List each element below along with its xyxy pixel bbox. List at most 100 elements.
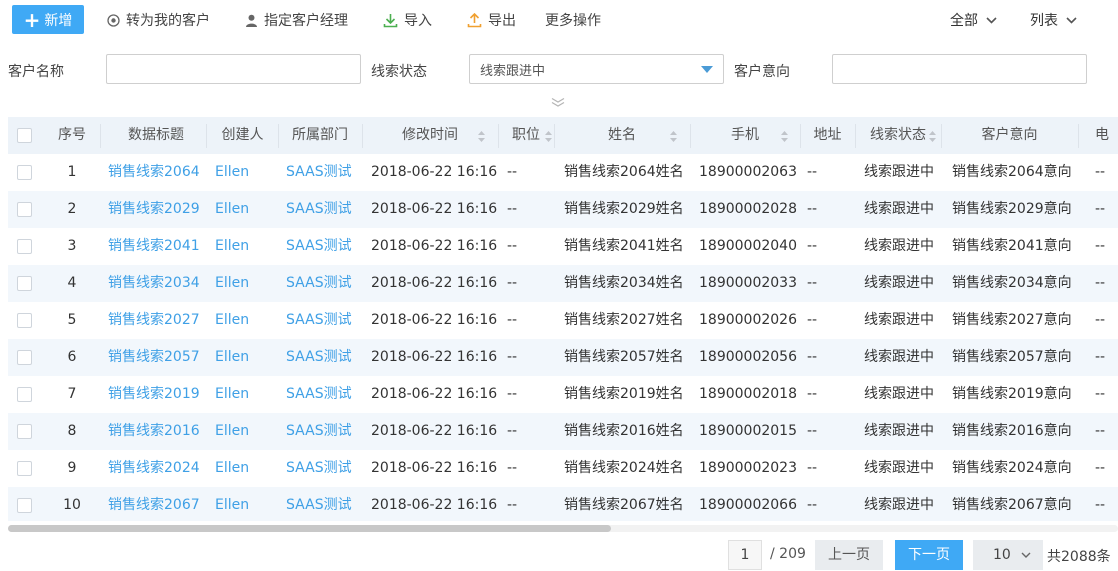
export-button[interactable]: 导出 <box>467 10 516 30</box>
table-row[interactable]: 2 销售线索2029 Ellen SAAS测试 2018-06-22 16:16 -- 销售… <box>8 191 1118 228</box>
cell-dept-link[interactable]: SAAS测试 <box>286 228 362 265</box>
row-checkbox[interactable] <box>17 461 32 476</box>
cell-title-link[interactable]: 销售线索2029 <box>108 191 208 228</box>
table-row[interactable]: 5 销售线索2027 Ellen SAAS测试 2018-06-22 16:16 -- 销售… <box>8 302 1118 339</box>
cell-address: -- <box>807 423 818 439</box>
cell-status: 线索跟进中 <box>864 386 934 402</box>
table-row[interactable]: 7 销售线索2019 Ellen SAAS测试 2018-06-22 16:16 -- 销售… <box>8 376 1118 413</box>
table-row[interactable]: 1 销售线索2064 Ellen SAAS测试 2018-06-22 16:16 -- 销售… <box>8 154 1118 191</box>
cell-phone: 18900002040 <box>699 238 797 254</box>
double-chevron-down-icon[interactable] <box>550 97 566 107</box>
cell-dept-link[interactable]: SAAS测试 <box>286 339 362 376</box>
cell-creator-link[interactable]: Ellen <box>215 376 278 413</box>
table-row[interactable]: 6 销售线索2057 Ellen SAAS测试 2018-06-22 16:16 -- 销售… <box>8 339 1118 376</box>
cell-creator-link[interactable]: Ellen <box>215 339 278 376</box>
column-header-dept[interactable]: 所属部门 <box>278 117 362 154</box>
cell-creator-link[interactable]: Ellen <box>215 265 278 302</box>
column-header-title[interactable]: 数据标题 <box>104 117 208 154</box>
sort-icon[interactable] <box>670 131 677 142</box>
page-number-input[interactable]: 1 <box>728 540 762 570</box>
cell-title-link[interactable]: 销售线索2064 <box>108 154 208 191</box>
cell-title-link[interactable]: 销售线索2057 <box>108 339 208 376</box>
cell-title-link[interactable]: 销售线索2041 <box>108 228 208 265</box>
cell-dept-link[interactable]: SAAS测试 <box>286 376 362 413</box>
cell-creator-link[interactable]: Ellen <box>215 228 278 265</box>
sort-icon[interactable] <box>781 131 788 142</box>
row-checkbox[interactable] <box>17 350 32 365</box>
cell-no: 9 <box>67 460 77 476</box>
select-all-checkbox[interactable] <box>17 128 32 143</box>
column-header-creator[interactable]: 创建人 <box>207 117 278 154</box>
row-checkbox[interactable] <box>17 202 32 217</box>
cell-modified-time: 2018-06-22 16:16 <box>371 460 498 476</box>
row-checkbox[interactable] <box>17 313 32 328</box>
import-button[interactable]: 导入 <box>383 10 432 30</box>
row-checkbox[interactable] <box>17 239 32 254</box>
cell-modified-time: 2018-06-22 16:16 <box>371 423 498 439</box>
cell-dept-link[interactable]: SAAS测试 <box>286 450 362 487</box>
table-row[interactable]: 10 销售线索2067 Ellen SAAS测试 2018-06-22 16:16 -- 销… <box>8 487 1118 521</box>
cell-title-link[interactable]: 销售线索2034 <box>108 265 208 302</box>
cell-dept-link[interactable]: SAAS测试 <box>286 302 362 339</box>
cell-creator-link[interactable]: Ellen <box>215 450 278 487</box>
lead-status-label: 线索状态 <box>371 64 427 80</box>
cell-no: 7 <box>67 386 77 402</box>
cell-creator-link[interactable]: Ellen <box>215 413 278 450</box>
cell-title-link[interactable]: 销售线索2016 <box>108 413 208 450</box>
cell-title-link[interactable]: 销售线索2027 <box>108 302 208 339</box>
row-checkbox[interactable] <box>17 424 32 439</box>
cell-creator-link[interactable]: Ellen <box>215 191 278 228</box>
table-row[interactable]: 3 销售线索2041 Ellen SAAS测试 2018-06-22 16:16 -- 销售… <box>8 228 1118 265</box>
sort-icon[interactable] <box>929 131 936 142</box>
convert-to-my-customer-button[interactable]: 转为我的客户 <box>107 10 210 30</box>
add-button[interactable]: + 新增 <box>12 5 84 34</box>
cell-title-link[interactable]: 销售线索2019 <box>108 376 208 413</box>
table-row[interactable]: 8 销售线索2016 Ellen SAAS测试 2018-06-22 16:16 -- 销售… <box>8 413 1118 450</box>
row-checkbox[interactable] <box>17 387 32 402</box>
assign-manager-button[interactable]: 指定客户经理 <box>245 10 348 30</box>
cell-dept-link[interactable]: SAAS测试 <box>286 191 362 228</box>
table-row[interactable]: 9 销售线索2024 Ellen SAAS测试 2018-06-22 16:16 -- 销售… <box>8 450 1118 487</box>
cell-address: -- <box>807 164 818 180</box>
sort-icon[interactable] <box>478 131 485 142</box>
column-header-tel[interactable]: 电 <box>1095 117 1118 154</box>
prev-page-button[interactable]: 上一页 <box>815 540 883 570</box>
cell-creator-link[interactable]: Ellen <box>215 487 278 521</box>
cell-title-link[interactable]: 销售线索2067 <box>108 487 208 521</box>
row-checkbox[interactable] <box>17 276 32 291</box>
row-checkbox[interactable] <box>17 165 32 180</box>
scrollbar-thumb[interactable] <box>8 525 611 532</box>
table-row[interactable]: 4 销售线索2034 Ellen SAAS测试 2018-06-22 16:16 -- 销售… <box>8 265 1118 302</box>
row-checkbox[interactable] <box>17 498 32 513</box>
cell-modified-time: 2018-06-22 16:16 <box>371 201 498 217</box>
more-actions-button[interactable]: 更多操作 <box>545 10 601 30</box>
cell-dept-link[interactable]: SAAS测试 <box>286 413 362 450</box>
column-header-intent[interactable]: 客户意向 <box>941 117 1078 154</box>
customer-intent-input[interactable] <box>832 54 1087 84</box>
scope-dropdown[interactable]: 全部 <box>950 10 997 30</box>
cell-creator-link[interactable]: Ellen <box>215 154 278 191</box>
lead-status-select[interactable]: 线索跟进中 <box>469 54 724 84</box>
cell-dept-link[interactable]: SAAS测试 <box>286 265 362 302</box>
horizontal-scrollbar[interactable] <box>8 525 1118 532</box>
cell-tel: -- <box>1095 312 1106 328</box>
cell-dept-link[interactable]: SAAS测试 <box>286 487 362 521</box>
cell-no: 10 <box>63 497 81 513</box>
column-header-address[interactable]: 地址 <box>800 117 855 154</box>
next-page-button[interactable]: 下一页 <box>895 540 963 570</box>
page-size-value: 10 <box>993 547 1011 563</box>
cell-address: -- <box>807 312 818 328</box>
customer-name-input[interactable] <box>106 54 361 84</box>
cell-intent: 销售线索2019意向 <box>952 386 1072 402</box>
page-size-select[interactable]: 10 <box>973 540 1043 570</box>
cell-status: 线索跟进中 <box>864 201 934 217</box>
cell-modified-time: 2018-06-22 16:16 <box>371 349 498 365</box>
cell-creator-link[interactable]: Ellen <box>215 302 278 339</box>
sort-icon[interactable] <box>545 131 552 142</box>
cell-no: 3 <box>67 238 77 254</box>
cell-name: 销售线索2041姓名 <box>564 238 684 254</box>
cell-title-link[interactable]: 销售线索2024 <box>108 450 208 487</box>
cell-modified-time: 2018-06-22 16:16 <box>371 275 498 291</box>
cell-dept-link[interactable]: SAAS测试 <box>286 154 362 191</box>
view-mode-dropdown[interactable]: 列表 <box>1030 10 1077 30</box>
